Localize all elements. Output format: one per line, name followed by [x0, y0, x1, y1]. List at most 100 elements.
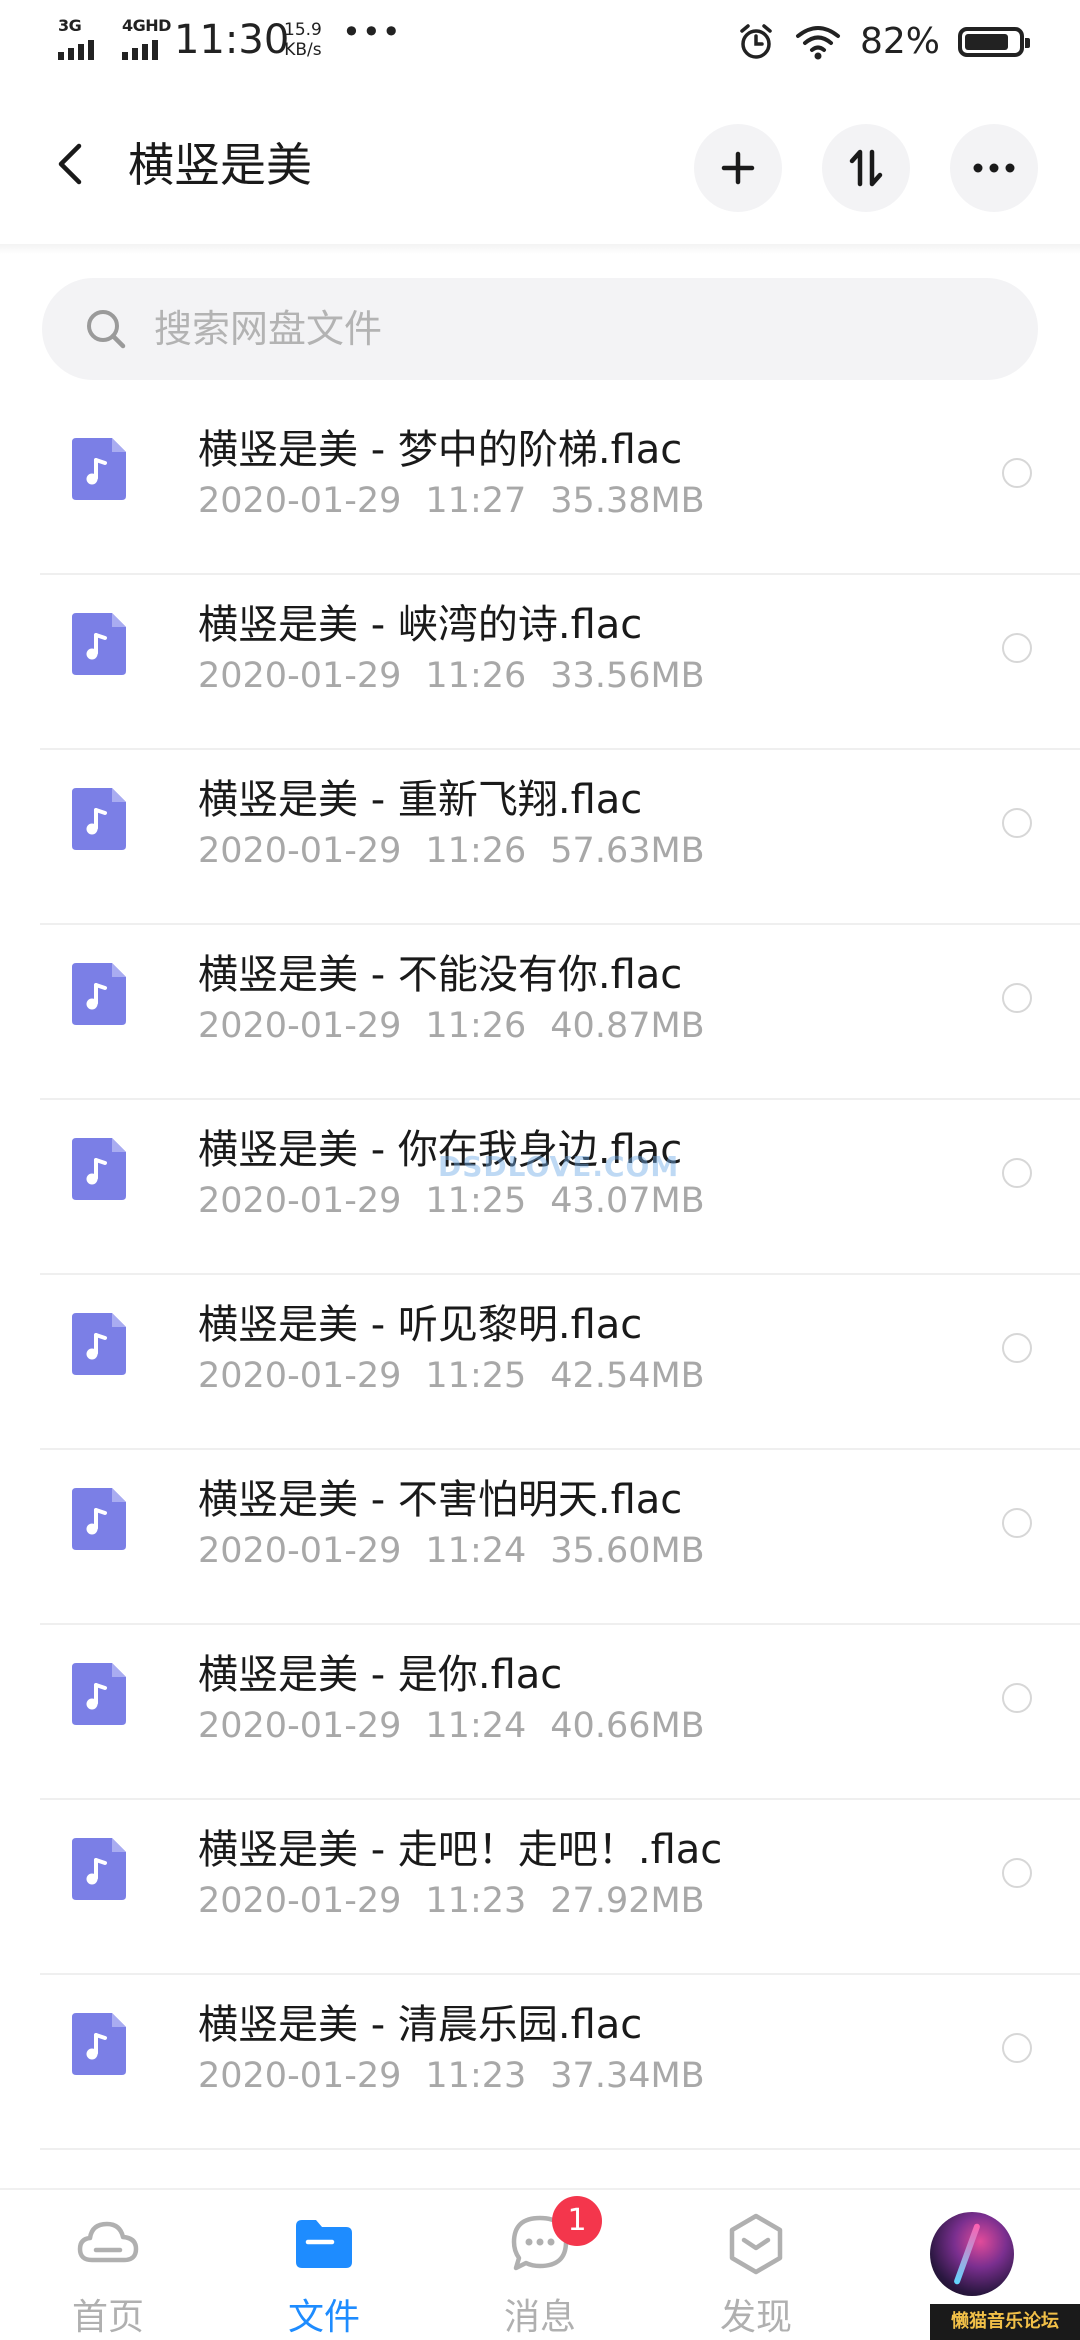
file-time: 11:25 — [425, 1356, 527, 1396]
file-name: 横竖是美 - 峡湾的诗.flac — [198, 602, 643, 648]
file-date: 2020-01-29 — [198, 1881, 402, 1921]
avatar[interactable] — [930, 2212, 1014, 2296]
file-row[interactable]: 横竖是美 - 不害怕明天.flac 2020-01-29 11:24 35.60MB — [0, 1450, 1080, 1625]
file-name: 横竖是美 - 是你.flac — [198, 1652, 563, 1698]
nav-label-discover: 发现 — [719, 2297, 792, 2338]
header: 横竖是美 — [0, 84, 1080, 244]
file-time: 11:26 — [425, 831, 527, 871]
file-time: 11:26 — [425, 656, 527, 696]
file-meta: 2020-01-29 11:25 42.54MB — [198, 1351, 705, 1401]
signal-group: 3G 4GHD — [58, 16, 172, 60]
select-checkbox[interactable] — [1002, 1158, 1032, 1188]
file-date: 2020-01-29 — [198, 1356, 402, 1396]
file-name: 横竖是美 - 不能没有你.flac — [198, 952, 683, 998]
back-button[interactable] — [40, 124, 100, 204]
nav-label-messages: 消息 — [503, 2297, 576, 2338]
file-size: 57.63MB — [550, 831, 705, 871]
file-meta: 2020-01-29 11:23 37.34MB — [198, 2051, 705, 2101]
status-time: 11:30 — [174, 17, 290, 63]
file-row[interactable]: 横竖是美 - 是你.flac 2020-01-29 11:24 40.66MB — [0, 1625, 1080, 1800]
file-meta: 2020-01-29 11:27 35.38MB — [198, 476, 705, 526]
bottom-nav: 首页 文件 1 消息 发现 懒猫音乐论坛 — [0, 2188, 1080, 2340]
add-button[interactable] — [694, 124, 782, 212]
wifi-icon — [795, 26, 840, 60]
file-row[interactable]: 横竖是美 - 清晨乐园.flac 2020-01-29 11:23 37.34MB — [0, 1975, 1080, 2150]
file-time: 11:23 — [425, 1881, 527, 1921]
file-time: 11:25 — [425, 1181, 527, 1221]
music-file-icon — [72, 1138, 126, 1200]
signal-icon: 4GHD — [122, 16, 172, 60]
file-size: 27.92MB — [550, 1881, 705, 1921]
select-checkbox[interactable] — [1002, 808, 1032, 838]
sort-icon — [849, 149, 883, 187]
file-time: 11:23 — [425, 2056, 527, 2096]
discover-icon — [729, 2213, 783, 2275]
file-time: 11:24 — [425, 1706, 527, 1746]
music-file-icon — [72, 613, 126, 675]
row-divider — [40, 2148, 1080, 2150]
file-time: 11:24 — [425, 1531, 527, 1571]
file-size: 40.87MB — [550, 1006, 705, 1046]
file-name: 横竖是美 - 听见黎明.flac — [198, 1302, 643, 1348]
music-file-icon — [72, 1488, 126, 1550]
file-size: 43.07MB — [550, 1181, 705, 1221]
back-icon — [58, 143, 82, 185]
file-meta: 2020-01-29 11:24 35.60MB — [198, 1526, 705, 1576]
speed-value: 15.9 — [284, 20, 322, 40]
file-size: 40.66MB — [550, 1706, 705, 1746]
network-type-2: 4GHD — [122, 16, 171, 35]
search-bar[interactable] — [42, 278, 1038, 380]
select-checkbox[interactable] — [1002, 458, 1032, 488]
file-row[interactable]: 横竖是美 - 你在我身边.flac 2020-01-29 11:25 43.07MB — [0, 1100, 1080, 1275]
sort-button[interactable] — [822, 124, 910, 212]
nav-messages[interactable]: 1 消息 — [460, 2196, 620, 2338]
file-row[interactable]: 横竖是美 - 梦中的阶梯.flac 2020-01-29 11:27 35.38MB — [0, 400, 1080, 575]
select-checkbox[interactable] — [1002, 2033, 1032, 2063]
file-row[interactable]: 横竖是美 - 不能没有你.flac 2020-01-29 11:26 40.87MB — [0, 925, 1080, 1100]
network-speed: 15.9 KB/s — [284, 20, 322, 60]
file-date: 2020-01-29 — [198, 1181, 402, 1221]
file-row[interactable]: 横竖是美 - 峡湾的诗.flac 2020-01-29 11:26 33.56MB — [0, 575, 1080, 750]
file-meta: 2020-01-29 11:26 40.87MB — [198, 1001, 705, 1051]
status-right: 82% — [736, 18, 1030, 66]
file-size: 35.38MB — [550, 481, 705, 521]
network-type-1: 3G — [58, 16, 82, 35]
more-icon — [973, 163, 1015, 173]
file-size: 42.54MB — [550, 1356, 705, 1396]
file-time: 11:26 — [425, 1006, 527, 1046]
music-file-icon — [72, 1838, 126, 1900]
file-row[interactable]: 横竖是美 - 走吧！走吧！.flac 2020-01-29 11:23 27.92M… — [0, 1800, 1080, 1975]
select-checkbox[interactable] — [1002, 1858, 1032, 1888]
app-root: 3G 4GHD 11:30 15.9 KB/s ••• 82% 横竖是美 搜索网… — [0, 0, 1080, 2340]
battery-percent: 82% — [859, 21, 940, 62]
file-time: 11:27 — [425, 481, 527, 521]
select-checkbox[interactable] — [1002, 1683, 1032, 1713]
file-size: 33.56MB — [550, 656, 705, 696]
file-name: 横竖是美 - 你在我身边.flac — [198, 1127, 683, 1173]
more-button[interactable] — [950, 124, 1038, 212]
select-checkbox[interactable] — [1002, 633, 1032, 663]
file-row[interactable]: 横竖是美 - 听见黎明.flac 2020-01-29 11:25 42.54MB — [0, 1275, 1080, 1450]
file-meta: 2020-01-29 11:23 27.92MB — [198, 1876, 705, 1926]
nav-label-files: 文件 — [287, 2297, 360, 2338]
search-input[interactable] — [152, 306, 956, 352]
select-checkbox[interactable] — [1002, 1333, 1032, 1363]
nav-files[interactable]: 文件 — [244, 2198, 404, 2338]
nav-discover[interactable]: 发现 — [676, 2198, 836, 2338]
file-meta: 2020-01-29 11:26 33.56MB — [198, 651, 705, 701]
nav-home[interactable]: 首页 — [28, 2198, 188, 2338]
file-row[interactable]: 横竖是美 - 重新飞翔.flac 2020-01-29 11:26 57.63MB — [0, 750, 1080, 925]
file-name: 横竖是美 - 梦中的阶梯.flac — [198, 427, 683, 473]
file-meta: 2020-01-29 11:24 40.66MB — [198, 1701, 705, 1751]
battery-icon — [958, 27, 1030, 57]
status-bar: 3G 4GHD 11:30 15.9 KB/s ••• 82% — [0, 0, 1080, 84]
notification-dots: ••• — [342, 13, 402, 51]
file-date: 2020-01-29 — [198, 1531, 402, 1571]
plus-icon — [721, 151, 755, 185]
search-icon — [87, 310, 126, 349]
file-name: 横竖是美 - 走吧！走吧！.flac — [198, 1827, 723, 1873]
file-size: 35.60MB — [550, 1531, 705, 1571]
select-checkbox[interactable] — [1002, 983, 1032, 1013]
select-checkbox[interactable] — [1002, 1508, 1032, 1538]
cloud-icon — [77, 2221, 139, 2263]
